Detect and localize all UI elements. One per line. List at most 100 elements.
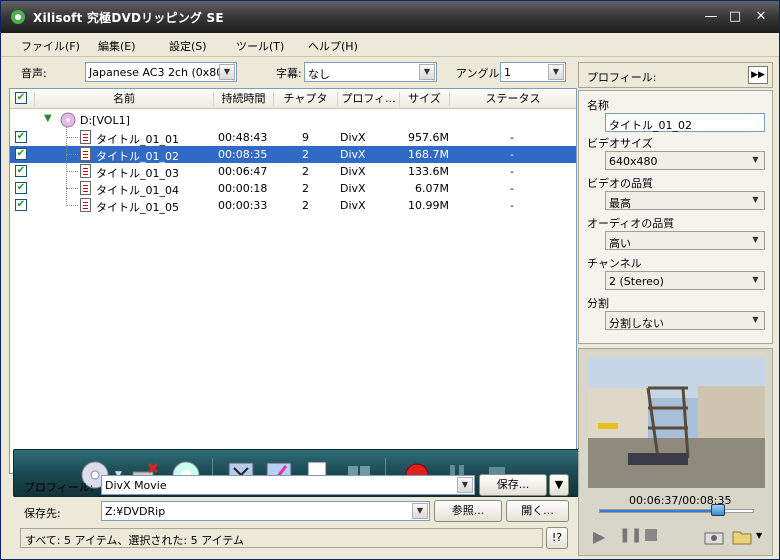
table-row[interactable]: ✔ タイトル_01_04 00:00:18 2 DivX 6.07M - (10, 180, 576, 197)
menu-settings[interactable]: 設定(S) (169, 38, 207, 54)
col-size[interactable]: サイズ (399, 92, 449, 106)
channel-select[interactable]: 2 (Stereo) ▼ (605, 271, 765, 290)
play-icon[interactable]: ▶ (593, 527, 605, 546)
col-status[interactable]: ステータス (449, 92, 576, 106)
open-button[interactable]: 開く... (506, 500, 569, 522)
row-checkbox[interactable]: ✔ (15, 131, 27, 143)
col-chapters[interactable]: チャプタ (273, 92, 337, 106)
video-size-label: ビデオサイズ (587, 137, 653, 150)
profile-label: プロフィール: (24, 481, 94, 494)
angle-select[interactable]: 1 ▼ (500, 62, 566, 82)
folder-menu-arrow-icon[interactable]: ▼ (756, 531, 762, 540)
expand-arrow-icon[interactable]: ▼ (44, 113, 52, 124)
dest-label: 保存先: (24, 507, 61, 520)
file-icon (80, 164, 91, 178)
video-size-select[interactable]: 640x480 ▼ (605, 151, 765, 170)
row-checkbox[interactable]: ✔ (15, 148, 27, 160)
row-checkbox[interactable]: ✔ (15, 165, 27, 177)
row-duration: 00:48:43 (218, 131, 268, 144)
row-name: タイトル_01_04 (96, 184, 179, 197)
row-duration: 00:08:35 (218, 148, 268, 161)
angle-value: 1 (504, 66, 511, 79)
row-profile: DivX (340, 165, 366, 178)
chevron-down-icon: ▼ (219, 64, 235, 80)
expand-panel-button[interactable]: ▶▶ (748, 66, 768, 84)
save-options-button[interactable]: ▼ (549, 474, 569, 496)
subtitle-value: なし (308, 68, 330, 81)
audio-value: Japanese AC3 2ch (0x80) (89, 66, 228, 79)
subtitle-select[interactable]: なし ▼ (304, 62, 437, 82)
chevron-down-icon: ▼ (548, 64, 564, 80)
col-duration[interactable]: 持続時間 (213, 92, 273, 106)
split-label: 分割 (587, 297, 609, 310)
seek-bar[interactable] (599, 509, 754, 513)
profile-select[interactable]: DivX Movie ▼ (101, 475, 475, 495)
table-row[interactable]: ✔ タイトル_01_03 00:06:47 2 DivX 133.6M - (10, 163, 576, 180)
title-bar: Xilisoft 究極DVDリッピング SE — □ ✕ (1, 1, 779, 33)
channel-label: チャンネル (587, 257, 642, 270)
menu-help[interactable]: ヘルプ(H) (308, 38, 358, 54)
menu-tools[interactable]: ツール(T) (236, 38, 284, 54)
profile-value: DivX Movie (105, 479, 167, 492)
audio-quality-value: 高い (609, 237, 631, 250)
audio-select[interactable]: Japanese AC3 2ch (0x80) ▼ (85, 62, 237, 82)
profile-properties: 名称 タイトル_01_02 ビデオサイズ 640x480 ▼ ビデオの品質 最高 ▼… (578, 90, 773, 344)
subtitle-label: 字幕: (276, 67, 302, 80)
seek-handle[interactable] (711, 504, 726, 516)
row-profile: DivX (340, 199, 366, 212)
row-name: タイトル_01_03 (96, 167, 179, 180)
row-duration: 00:00:18 (218, 182, 268, 195)
seek-progress (600, 510, 718, 512)
video-size-value: 640x480 (609, 155, 658, 168)
chevron-down-icon: ▼ (752, 195, 759, 204)
profile-panel-title: プロフィール: (587, 71, 657, 84)
menu-bar: ファイル(F) 編集(E) 設定(S) ツール(T) ヘルプ(H) (1, 33, 779, 57)
video-quality-select[interactable]: 最高 ▼ (605, 191, 765, 210)
table-row[interactable]: ✔ タイトル_01_05 00:00:33 2 DivX 10.99M - (10, 197, 576, 214)
split-value: 分割しない (609, 317, 664, 330)
name-input[interactable]: タイトル_01_02 (605, 113, 765, 132)
col-name[interactable]: 名前 (34, 92, 213, 106)
pause-preview-icon[interactable]: ❚❚ (619, 527, 642, 543)
tree-root-label: D:[VOL1] (80, 114, 130, 127)
select-all-checkbox[interactable]: ✔ (15, 92, 27, 104)
tree-branch (66, 205, 78, 206)
file-icon (80, 130, 91, 144)
row-status: - (510, 165, 514, 178)
save-profile-button[interactable]: 保存... (479, 474, 547, 496)
menu-edit[interactable]: 編集(E) (98, 38, 136, 54)
list-header: ✔ 名前 持続時間 チャプタ プロフィ... サイズ ステータス (10, 89, 576, 109)
row-checkbox[interactable]: ✔ (15, 182, 27, 194)
table-row[interactable]: ✔ タイトル_01_01 00:48:43 9 DivX 957.6M - (10, 129, 576, 146)
split-select[interactable]: 分割しない ▼ (605, 311, 765, 330)
angle-label: アングル: (456, 67, 504, 80)
dest-select[interactable]: Z:¥DVDRip ▼ (101, 501, 430, 521)
folder-open-icon[interactable] (732, 529, 752, 545)
stop-preview-icon[interactable] (645, 529, 657, 541)
col-profile[interactable]: プロフィ... (337, 92, 399, 106)
file-icon (80, 198, 91, 212)
menu-file[interactable]: ファイル(F) (21, 38, 80, 54)
audio-quality-select[interactable]: 高い ▼ (605, 231, 765, 250)
dvd-disc-icon (60, 112, 76, 128)
row-chapters: 2 (302, 148, 309, 161)
audio-quality-label: オーディオの品質 (587, 217, 675, 230)
row-name: タイトル_01_05 (96, 201, 179, 214)
chevron-down-icon: ▼ (752, 315, 759, 324)
camera-icon[interactable] (704, 529, 724, 545)
tree-root-row[interactable]: ▼ D:[VOL1] (10, 112, 576, 129)
right-pane: プロフィール: ▶▶ 名称 タイトル_01_02 ビデオサイズ 640x480 ▼… (578, 58, 777, 558)
channel-value: 2 (Stereo) (609, 275, 664, 288)
row-status: - (510, 199, 514, 212)
minimize-button[interactable]: — (701, 8, 721, 26)
preview-video-frame (588, 358, 765, 488)
maximize-button[interactable]: □ (725, 8, 745, 26)
preview-panel: 00:06:37/00:08:35 ▶ ❚❚ ▼ (578, 348, 773, 556)
close-button[interactable]: ✕ (751, 8, 771, 26)
table-row[interactable]: ✔ タイトル_01_02 00:08:35 2 DivX 168.7M - (10, 146, 576, 163)
row-size: 10.99M (408, 199, 449, 212)
help-button[interactable]: !? (546, 527, 568, 549)
row-checkbox[interactable]: ✔ (15, 199, 27, 211)
browse-button[interactable]: 参照... (434, 500, 502, 522)
tree-branch (66, 171, 78, 172)
